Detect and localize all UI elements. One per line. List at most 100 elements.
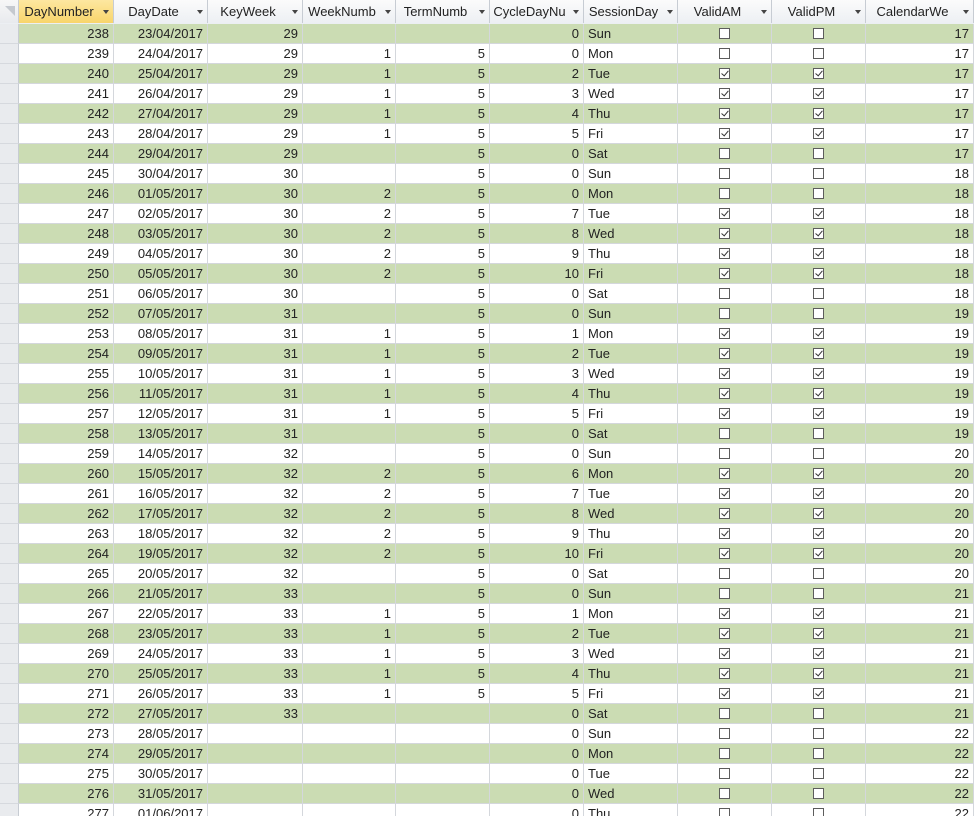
cell-daydate[interactable]: 07/05/2017	[114, 304, 208, 324]
cell-termnumber[interactable]: 5	[396, 384, 490, 404]
cell-termnumber[interactable]: 5	[396, 364, 490, 384]
record-selector[interactable]	[0, 384, 19, 404]
cell-sessionday[interactable]: Sat	[584, 424, 678, 444]
cell-daynumber[interactable]: 276	[19, 784, 114, 804]
cell-weeknumber[interactable]: 1	[303, 364, 396, 384]
record-selector[interactable]	[0, 584, 19, 604]
cell-daynumber[interactable]: 260	[19, 464, 114, 484]
record-selector[interactable]	[0, 524, 19, 544]
table-row[interactable]: 271 26/05/2017 33 1 5 5 Fri 21	[0, 684, 974, 704]
cell-cycledaynumber[interactable]: 1	[490, 604, 584, 624]
cell-termnumber[interactable]: 5	[396, 244, 490, 264]
cell-daynumber[interactable]: 245	[19, 164, 114, 184]
checked-checkbox[interactable]	[719, 368, 730, 380]
cell-calendarweek[interactable]: 18	[866, 244, 974, 264]
unchecked-checkbox[interactable]	[813, 168, 824, 180]
table-row[interactable]: 244 29/04/2017 29 5 0 Sat 17	[0, 144, 974, 164]
cell-cycledaynumber[interactable]: 0	[490, 44, 584, 64]
record-selector[interactable]	[0, 364, 19, 384]
cell-termnumber[interactable]	[396, 24, 490, 44]
unchecked-checkbox[interactable]	[719, 768, 730, 780]
cell-keyweek[interactable]: 30	[208, 244, 303, 264]
cell-sessionday[interactable]: Fri	[584, 124, 678, 144]
cell-termnumber[interactable]: 5	[396, 64, 490, 84]
unchecked-checkbox[interactable]	[719, 308, 730, 320]
record-selector[interactable]	[0, 244, 19, 264]
unchecked-checkbox[interactable]	[719, 728, 730, 740]
record-selector[interactable]	[0, 444, 19, 464]
cell-weeknumber[interactable]	[303, 724, 396, 744]
checked-checkbox[interactable]	[813, 668, 824, 680]
cell-cycledaynumber[interactable]: 0	[490, 744, 584, 764]
cell-weeknumber[interactable]: 1	[303, 644, 396, 664]
cell-calendarweek[interactable]: 17	[866, 124, 974, 144]
cell-calendarweek[interactable]: 19	[866, 404, 974, 424]
cell-cycledaynumber[interactable]: 3	[490, 84, 584, 104]
checked-checkbox[interactable]	[719, 268, 730, 280]
cell-keyweek[interactable]: 29	[208, 104, 303, 124]
cell-sessionday[interactable]: Tue	[584, 344, 678, 364]
cell-daydate[interactable]: 18/05/2017	[114, 524, 208, 544]
cell-sessionday[interactable]: Fri	[584, 264, 678, 284]
cell-calendarweek[interactable]: 18	[866, 204, 974, 224]
cell-termnumber[interactable]	[396, 804, 490, 816]
filter-dropdown-arrow-icon[interactable]	[197, 10, 203, 14]
cell-keyweek[interactable]: 29	[208, 24, 303, 44]
cell-keyweek[interactable]: 31	[208, 304, 303, 324]
cell-cycledaynumber[interactable]: 0	[490, 724, 584, 744]
record-selector[interactable]	[0, 544, 19, 564]
cell-daydate[interactable]: 05/05/2017	[114, 264, 208, 284]
cell-daynumber[interactable]: 268	[19, 624, 114, 644]
record-selector[interactable]	[0, 44, 19, 64]
cell-termnumber[interactable]	[396, 724, 490, 744]
cell-sessionday[interactable]: Sun	[584, 584, 678, 604]
cell-keyweek[interactable]: 32	[208, 484, 303, 504]
cell-cycledaynumber[interactable]: 10	[490, 264, 584, 284]
cell-weeknumber[interactable]: 1	[303, 104, 396, 124]
table-row[interactable]: 275 30/05/2017 0 Tue 22	[0, 764, 974, 784]
checked-checkbox[interactable]	[813, 508, 824, 520]
cell-daydate[interactable]: 27/04/2017	[114, 104, 208, 124]
cell-keyweek[interactable]: 33	[208, 644, 303, 664]
cell-calendarweek[interactable]: 21	[866, 584, 974, 604]
cell-daynumber[interactable]: 270	[19, 664, 114, 684]
cell-termnumber[interactable]	[396, 704, 490, 724]
filter-dropdown-arrow-icon[interactable]	[103, 10, 109, 14]
cell-weeknumber[interactable]	[303, 584, 396, 604]
cell-daydate[interactable]: 22/05/2017	[114, 604, 208, 624]
cell-termnumber[interactable]: 5	[396, 124, 490, 144]
table-row[interactable]: 270 25/05/2017 33 1 5 4 Thu 21	[0, 664, 974, 684]
checked-checkbox[interactable]	[719, 328, 730, 340]
table-row[interactable]: 242 27/04/2017 29 1 5 4 Thu 17	[0, 104, 974, 124]
cell-termnumber[interactable]: 5	[396, 404, 490, 424]
cell-keyweek[interactable]: 30	[208, 184, 303, 204]
record-selector[interactable]	[0, 404, 19, 424]
cell-sessionday[interactable]: Wed	[584, 84, 678, 104]
table-row[interactable]: 251 06/05/2017 30 5 0 Sat 18	[0, 284, 974, 304]
cell-sessionday[interactable]: Sat	[584, 144, 678, 164]
unchecked-checkbox[interactable]	[813, 728, 824, 740]
cell-keyweek[interactable]: 32	[208, 544, 303, 564]
unchecked-checkbox[interactable]	[813, 768, 824, 780]
cell-termnumber[interactable]: 5	[396, 624, 490, 644]
cell-daynumber[interactable]: 251	[19, 284, 114, 304]
cell-sessionday[interactable]: Mon	[584, 744, 678, 764]
cell-cycledaynumber[interactable]: 5	[490, 124, 584, 144]
cell-sessionday[interactable]: Mon	[584, 604, 678, 624]
unchecked-checkbox[interactable]	[813, 588, 824, 600]
table-row[interactable]: 272 27/05/2017 33 0 Sat 21	[0, 704, 974, 724]
cell-termnumber[interactable]: 5	[396, 104, 490, 124]
record-selector[interactable]	[0, 684, 19, 704]
unchecked-checkbox[interactable]	[719, 588, 730, 600]
unchecked-checkbox[interactable]	[719, 448, 730, 460]
record-selector[interactable]	[0, 704, 19, 724]
cell-cycledaynumber[interactable]: 6	[490, 464, 584, 484]
cell-keyweek[interactable]: 32	[208, 464, 303, 484]
cell-calendarweek[interactable]: 18	[866, 224, 974, 244]
table-row[interactable]: 268 23/05/2017 33 1 5 2 Tue 21	[0, 624, 974, 644]
cell-keyweek[interactable]: 31	[208, 364, 303, 384]
cell-weeknumber[interactable]: 1	[303, 384, 396, 404]
cell-daydate[interactable]: 24/04/2017	[114, 44, 208, 64]
cell-weeknumber[interactable]: 2	[303, 544, 396, 564]
unchecked-checkbox[interactable]	[813, 748, 824, 760]
